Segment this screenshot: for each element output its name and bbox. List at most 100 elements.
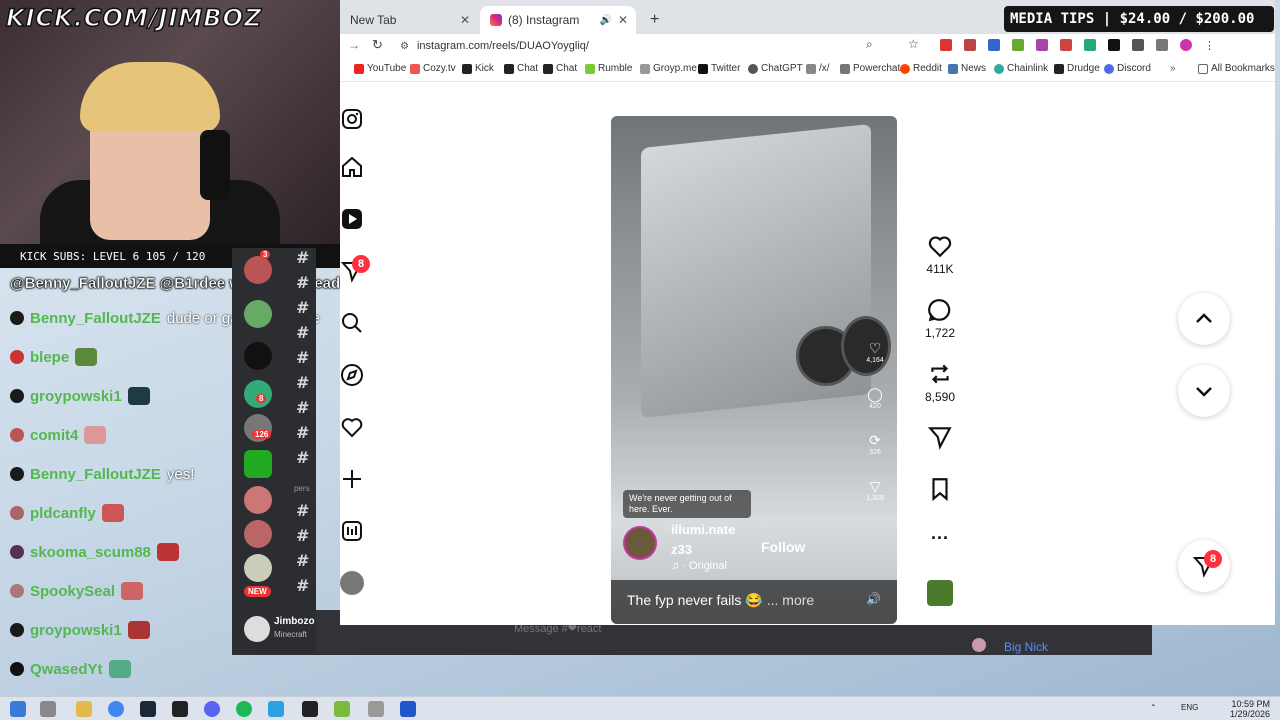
- reel-video[interactable]: We're never getting out of here. Ever. i…: [611, 116, 897, 624]
- bookmark-powerchat[interactable]: Powerchat: [840, 63, 900, 74]
- discord-icon[interactable]: [204, 701, 220, 717]
- clock[interactable]: 10:59 PM 1/29/2026: [1230, 699, 1270, 719]
- bookmark-youtube[interactable]: YouTube: [354, 63, 406, 74]
- server-icon[interactable]: [244, 300, 272, 328]
- channel-hash-icon[interactable]: #: [296, 551, 309, 570]
- share-icon[interactable]: [927, 424, 953, 450]
- more-options-icon[interactable]: ···: [925, 528, 955, 549]
- start-icon[interactable]: [10, 701, 26, 717]
- next-reel-button[interactable]: [1178, 365, 1230, 417]
- share-action[interactable]: [925, 424, 955, 453]
- repost-icon[interactable]: [927, 361, 953, 387]
- star-icon[interactable]: ☆: [908, 37, 919, 51]
- bookmarks-overflow-icon[interactable]: »: [1170, 63, 1176, 74]
- more-link[interactable]: ... more: [767, 592, 814, 612]
- spotify-icon[interactable]: [236, 701, 252, 717]
- save-action[interactable]: [925, 476, 955, 505]
- member-name[interactable]: Big Nick: [1004, 640, 1048, 654]
- server-icon[interactable]: [244, 342, 272, 370]
- channel-hash-icon[interactable]: #: [296, 248, 309, 267]
- minecraft-icon[interactable]: [334, 701, 350, 717]
- avatar[interactable]: [1180, 39, 1192, 51]
- chrome-icon[interactable]: [108, 701, 124, 717]
- profile-icon[interactable]: [1156, 39, 1168, 51]
- extension-icon[interactable]: [964, 39, 976, 51]
- volume-icon[interactable]: 🔊: [866, 592, 881, 612]
- bookmark-cozy[interactable]: Cozy.tv: [410, 63, 456, 74]
- profile-avatar[interactable]: [340, 571, 364, 595]
- audio-label[interactable]: ♫ · Original: [671, 560, 727, 572]
- app-icon[interactable]: [400, 701, 416, 717]
- extension-icon[interactable]: [940, 39, 952, 51]
- channel-hash-icon[interactable]: #: [296, 423, 309, 442]
- bookmark-chat[interactable]: Chat: [504, 63, 538, 74]
- home-icon[interactable]: [340, 155, 364, 179]
- dashboard-icon[interactable]: [340, 519, 364, 543]
- tab-new-tab[interactable]: New Tab ✕: [340, 6, 480, 34]
- bookmark-icon[interactable]: [927, 476, 953, 502]
- channel-hash-icon[interactable]: #: [296, 576, 309, 595]
- create-icon[interactable]: [340, 467, 364, 491]
- app-icon[interactable]: [302, 701, 318, 717]
- bookmark-chainlink[interactable]: Chainlink: [994, 63, 1048, 74]
- bookmark-chat[interactable]: Chat: [543, 63, 577, 74]
- tray-icons[interactable]: ⌃: [1150, 703, 1157, 712]
- channel-hash-icon[interactable]: #: [296, 298, 309, 317]
- puzzle-icon[interactable]: [1132, 39, 1144, 51]
- bookmark-reddit[interactable]: Reddit: [900, 63, 942, 74]
- bookmark-drudge[interactable]: Drudge: [1054, 63, 1100, 74]
- channel-hash-icon[interactable]: #: [296, 398, 309, 417]
- server-icon[interactable]: [244, 486, 272, 514]
- reload-icon[interactable]: ↻: [372, 37, 383, 53]
- app-icon[interactable]: [172, 701, 188, 717]
- menu-icon[interactable]: ⋮: [1204, 39, 1215, 53]
- task-view-icon[interactable]: [40, 701, 56, 717]
- bookmark-twitter[interactable]: Twitter: [698, 63, 740, 74]
- forward-icon[interactable]: →: [348, 38, 360, 52]
- search-icon[interactable]: [340, 311, 364, 335]
- reels-icon[interactable]: [340, 207, 364, 231]
- follow-button[interactable]: Follow: [761, 539, 805, 555]
- creator-username[interactable]: illumi.nate: [671, 522, 735, 537]
- heart-icon[interactable]: [927, 233, 953, 259]
- bookmark-chatgpt[interactable]: ChatGPT: [748, 63, 803, 74]
- extension-icon[interactable]: [1012, 39, 1024, 51]
- instagram-logo-icon[interactable]: [340, 107, 364, 131]
- bookmark-rumble[interactable]: Rumble: [585, 63, 632, 74]
- creator-avatar[interactable]: [623, 526, 657, 560]
- server-icon[interactable]: [244, 520, 272, 548]
- bookmark-news[interactable]: News: [948, 63, 986, 74]
- comment-icon[interactable]: [927, 297, 953, 323]
- comment-action[interactable]: 1,722: [925, 297, 955, 340]
- extension-icon[interactable]: [988, 39, 1000, 51]
- x-icon[interactable]: [1108, 39, 1120, 51]
- close-icon[interactable]: ✕: [618, 13, 628, 27]
- zoom-icon[interactable]: ⌕: [866, 37, 873, 52]
- repost-action[interactable]: 8,590: [925, 361, 955, 404]
- address-bar[interactable]: ⚙ instagram.com/reels/DUAOYoygliq/: [396, 36, 896, 56]
- new-tab-button[interactable]: +: [640, 6, 664, 34]
- channel-hash-icon[interactable]: #: [296, 526, 309, 545]
- steam-icon[interactable]: [140, 701, 156, 717]
- channel-hash-icon[interactable]: #: [296, 273, 309, 292]
- channel-hash-icon[interactable]: #: [296, 501, 309, 520]
- server-icon[interactable]: [244, 450, 272, 478]
- site-info-icon[interactable]: ⚙: [400, 41, 409, 52]
- tab-instagram[interactable]: (8) Instagram 🔊 ✕: [480, 6, 636, 34]
- server-icon[interactable]: [244, 256, 272, 284]
- telegram-icon[interactable]: [268, 701, 284, 717]
- heart-icon[interactable]: [340, 415, 364, 439]
- all-bookmarks[interactable]: All Bookmarks: [1198, 63, 1275, 74]
- audio-thumbnail[interactable]: [927, 580, 953, 606]
- extension-icon[interactable]: [1060, 39, 1072, 51]
- like-action[interactable]: 411K: [925, 233, 955, 276]
- channel-hash-icon[interactable]: #: [296, 373, 309, 392]
- speaker-icon[interactable]: 🔊: [599, 15, 611, 26]
- bookmark-x[interactable]: /x/: [806, 63, 830, 74]
- extension-icon[interactable]: [1036, 39, 1048, 51]
- channel-hash-icon[interactable]: #: [296, 448, 309, 467]
- bookmark-groyp[interactable]: Groyp.me: [640, 63, 697, 74]
- previous-reel-button[interactable]: [1178, 293, 1230, 345]
- channel-hash-icon[interactable]: #: [296, 348, 309, 367]
- server-icon[interactable]: [244, 554, 272, 582]
